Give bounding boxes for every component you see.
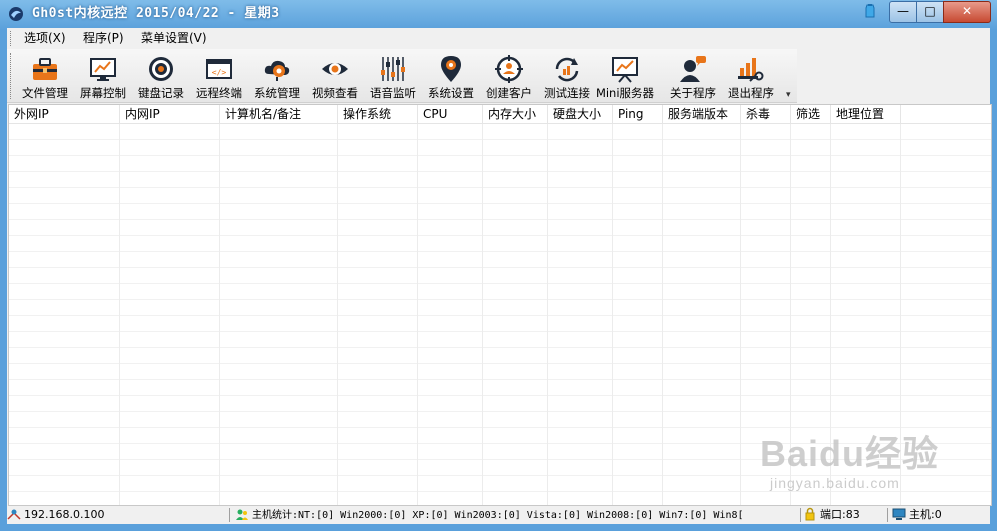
presentation-icon bbox=[612, 57, 638, 83]
network-icon bbox=[7, 509, 21, 520]
menu-program[interactable]: 程序(P) bbox=[79, 30, 128, 47]
title-bar[interactable]: Gh0st内核远控 2015/04/22 - 星期3 — □ ✕ bbox=[0, 0, 997, 28]
status-host-stats: 主机统计:NT:[0] Win2000:[0] XP:[0] Win2003:[… bbox=[235, 506, 744, 524]
close-button[interactable]: ✕ bbox=[943, 1, 991, 23]
column-header-filter[interactable]: 筛选 bbox=[791, 105, 831, 123]
column-divider bbox=[830, 124, 831, 505]
code-window-icon: </> bbox=[206, 59, 232, 79]
toolbar: 文件管理 屏幕控制 键盘记录 </> 远程终端 系统管理 视频查看 语音监听 系… bbox=[7, 49, 797, 103]
column-divider bbox=[547, 124, 548, 505]
status-separator bbox=[229, 508, 230, 522]
screen-control-button[interactable]: 屏幕控制 bbox=[74, 52, 132, 100]
column-header-location[interactable]: 地理位置 bbox=[831, 105, 901, 123]
test-connection-button[interactable]: 测试连接 bbox=[538, 52, 596, 100]
minimize-button[interactable]: — bbox=[889, 1, 917, 23]
column-header-ping[interactable]: Ping bbox=[613, 105, 663, 123]
status-port: 端口:83 bbox=[803, 506, 860, 524]
status-hosts-text: 主机:0 bbox=[909, 508, 942, 521]
status-port-text: 端口:83 bbox=[820, 508, 860, 521]
column-header-computer-name[interactable]: 计算机名/备注 bbox=[220, 105, 338, 123]
map-pin-gear-icon bbox=[441, 56, 461, 82]
video-view-button[interactable]: 视频查看 bbox=[306, 52, 364, 100]
status-ip: 192.168.0.100 bbox=[7, 506, 104, 524]
crosshair-user-icon bbox=[495, 55, 523, 83]
column-header-memory[interactable]: 内存大小 bbox=[483, 105, 548, 123]
lock-icon bbox=[805, 507, 815, 521]
monitor-chart-icon bbox=[90, 58, 116, 81]
exit-button[interactable]: 退出程序 bbox=[722, 52, 780, 100]
skin-icon[interactable] bbox=[858, 1, 882, 21]
toolbox-icon bbox=[33, 58, 57, 80]
table-header: 外网IP 内网IP 计算机名/备注 操作系统 CPU 内存大小 硬盘大小 Pin… bbox=[9, 105, 991, 124]
column-divider bbox=[612, 124, 613, 505]
system-settings-button[interactable]: 系统设置 bbox=[422, 52, 480, 100]
column-divider bbox=[417, 124, 418, 505]
column-divider bbox=[740, 124, 741, 505]
tool-label: 视频查看 bbox=[312, 86, 358, 100]
maximize-button[interactable]: □ bbox=[916, 1, 944, 23]
table-body[interactable] bbox=[9, 124, 991, 505]
column-header-lan-ip[interactable]: 内网IP bbox=[120, 105, 220, 123]
status-host-stats-text: 主机统计:NT:[0] Win2000:[0] XP:[0] Win2003:[… bbox=[252, 510, 744, 521]
mini-server-button[interactable]: Mini服务器 bbox=[596, 52, 654, 100]
tool-label: 屏幕控制 bbox=[80, 86, 126, 100]
column-divider bbox=[482, 124, 483, 505]
column-header-wan-ip[interactable]: 外网IP bbox=[9, 105, 120, 123]
voice-monitor-button[interactable]: 语音监听 bbox=[364, 52, 422, 100]
client-area: 选项(X) 程序(P) 菜单设置(V) 文件管理 屏幕控制 键盘记录 </> 远… bbox=[7, 28, 992, 524]
tool-label: 语音监听 bbox=[370, 86, 416, 100]
column-header-antivirus[interactable]: 杀毒 bbox=[741, 105, 791, 123]
tool-label: 系统设置 bbox=[428, 86, 474, 100]
column-header-os[interactable]: 操作系统 bbox=[338, 105, 418, 123]
keylogger-button[interactable]: 键盘记录 bbox=[132, 52, 190, 100]
status-bar: 192.168.0.100 主机统计:NT:[0] Win2000:[0] XP… bbox=[7, 506, 990, 524]
column-divider bbox=[219, 124, 220, 505]
column-header-disk[interactable]: 硬盘大小 bbox=[548, 105, 613, 123]
menu-bar: 选项(X) 程序(P) 菜单设置(V) bbox=[7, 28, 990, 49]
menubar-grip[interactable] bbox=[10, 31, 14, 46]
target-icon bbox=[149, 57, 173, 81]
tool-label: 文件管理 bbox=[22, 86, 68, 100]
user-chat-icon bbox=[680, 56, 706, 82]
app-window: Gh0st内核远控 2015/04/22 - 星期3 — □ ✕ 选项(X) 程… bbox=[0, 0, 997, 531]
bar-key-icon bbox=[738, 58, 764, 82]
tool-label: 远程终端 bbox=[196, 86, 242, 100]
svg-text:</>: </> bbox=[212, 68, 227, 77]
eye-icon bbox=[322, 63, 348, 75]
status-separator bbox=[887, 508, 888, 522]
remote-terminal-button[interactable]: </> 远程终端 bbox=[190, 52, 248, 100]
toolbar-overflow-icon[interactable]: ▾ bbox=[786, 89, 796, 101]
users-icon bbox=[236, 509, 248, 520]
host-list-table[interactable]: 外网IP 内网IP 计算机名/备注 操作系统 CPU 内存大小 硬盘大小 Pin… bbox=[8, 104, 992, 506]
column-divider bbox=[337, 124, 338, 505]
system-management-button[interactable]: 系统管理 bbox=[248, 52, 306, 100]
equalizer-icon bbox=[381, 57, 405, 81]
column-header-cpu[interactable]: CPU bbox=[418, 105, 483, 123]
tool-label: 创建客户 bbox=[486, 86, 532, 100]
status-separator bbox=[800, 508, 801, 522]
window-title: Gh0st内核远控 2015/04/22 - 星期3 bbox=[32, 6, 280, 21]
cloud-gear-icon bbox=[264, 60, 290, 81]
tool-label: 系统管理 bbox=[254, 86, 300, 100]
column-header-server-version[interactable]: 服务端版本 bbox=[663, 105, 741, 123]
tool-label: 关于程序 bbox=[670, 86, 716, 100]
app-logo-icon bbox=[9, 7, 23, 21]
tool-label: Mini服务器 bbox=[595, 86, 655, 100]
tool-label: 键盘记录 bbox=[138, 86, 184, 100]
tool-label: 测试连接 bbox=[544, 86, 590, 100]
column-divider bbox=[119, 124, 120, 505]
column-divider bbox=[900, 124, 901, 505]
computer-icon bbox=[892, 508, 906, 520]
status-hosts: 主机:0 bbox=[892, 506, 942, 524]
menu-settings[interactable]: 菜单设置(V) bbox=[137, 30, 211, 47]
refresh-chart-icon bbox=[555, 57, 579, 82]
create-client-button[interactable]: 创建客户 bbox=[480, 52, 538, 100]
about-button[interactable]: 关于程序 bbox=[664, 52, 722, 100]
menu-options[interactable]: 选项(X) bbox=[20, 30, 70, 47]
file-manager-button[interactable]: 文件管理 bbox=[16, 52, 74, 100]
column-divider bbox=[662, 124, 663, 505]
column-divider bbox=[790, 124, 791, 505]
status-ip-text: 192.168.0.100 bbox=[24, 508, 105, 521]
tool-label: 退出程序 bbox=[728, 86, 774, 100]
